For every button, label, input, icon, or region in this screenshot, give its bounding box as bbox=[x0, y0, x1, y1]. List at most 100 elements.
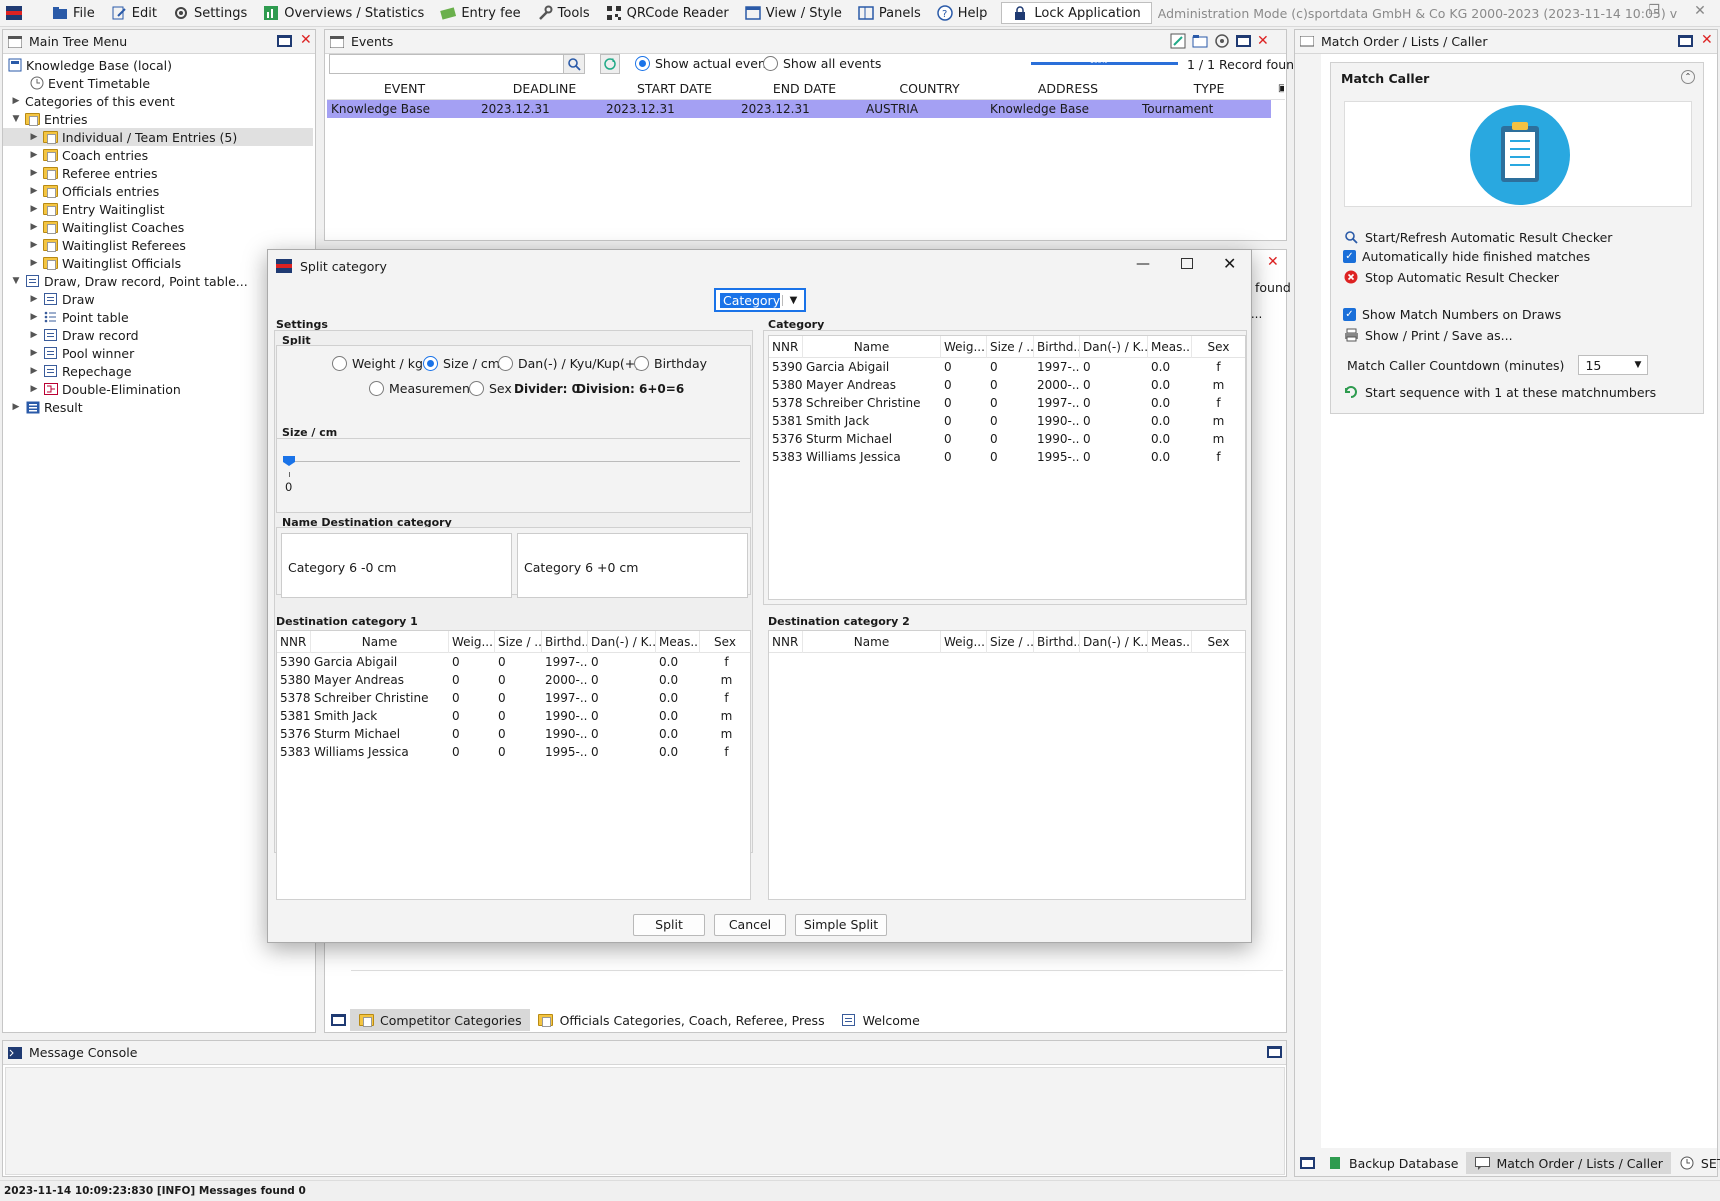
stop-result-checker-row[interactable]: Stop Automatic Result Checker bbox=[1343, 269, 1559, 285]
maximize-icon[interactable] bbox=[1236, 35, 1251, 47]
expand-arrow-icon[interactable]: ▶ bbox=[29, 294, 39, 304]
maximize-icon[interactable] bbox=[1181, 258, 1193, 269]
table-row[interactable]: 5381 Smith Jack 0 0 1990-... 0 0.0 m bbox=[277, 707, 750, 725]
col-name[interactable]: Name bbox=[803, 630, 941, 653]
col-event[interactable]: EVENT bbox=[327, 81, 482, 96]
countdown-select[interactable]: 15 ▼ bbox=[1578, 355, 1649, 375]
collapse-arrow-icon[interactable]: ▼ bbox=[11, 276, 21, 286]
tree-item-result[interactable]: ▶ Result bbox=[11, 398, 83, 416]
tab-competitor-categories[interactable]: Competitor Categories bbox=[350, 1009, 530, 1031]
col-country[interactable]: COUNTRY bbox=[867, 81, 992, 96]
col-sex[interactable]: Sex bbox=[700, 631, 750, 653]
table-row[interactable]: 5381 Smith Jack 0 0 1990-... 0 0.0 m bbox=[769, 412, 1245, 430]
simple-split-button[interactable]: Simple Split bbox=[795, 914, 887, 936]
col-dan[interactable]: Dan(-) / K... bbox=[1080, 630, 1148, 653]
tab-welcome[interactable]: Welcome bbox=[833, 1009, 928, 1031]
events-sync-button[interactable] bbox=[600, 54, 620, 74]
tree-item-draw-record[interactable]: ▶ Draw record bbox=[29, 326, 139, 344]
tree-item-entries[interactable]: ▼ Entries bbox=[11, 110, 88, 128]
show-match-numbers-row[interactable]: ✓ Show Match Numbers on Draws bbox=[1343, 307, 1561, 322]
col-weight[interactable]: Weig... bbox=[941, 335, 987, 358]
col-sex[interactable]: Sex bbox=[1192, 336, 1245, 358]
table-row[interactable]: Knowledge Base 2023.12.31 2023.12.31 202… bbox=[327, 100, 1271, 118]
close-right-icon[interactable]: ✕ bbox=[1701, 32, 1713, 48]
col-name[interactable]: Name bbox=[311, 630, 449, 653]
column-chooser-icon[interactable]: ▣ bbox=[1274, 83, 1284, 94]
cancel-button[interactable]: Cancel bbox=[714, 914, 786, 936]
tree-item-pool-winner[interactable]: ▶ Pool winner bbox=[29, 344, 135, 362]
category-select[interactable]: Category 6 ▼ bbox=[714, 288, 806, 312]
menu-panels[interactable]: Panels bbox=[850, 0, 929, 27]
tree-item-entry-waitinglist[interactable]: ▶ Entry Waitinglist bbox=[29, 200, 165, 218]
split-sex-radio[interactable]: Sex bbox=[469, 381, 512, 396]
close-categories-icon[interactable]: ✕ bbox=[1267, 254, 1279, 270]
show-print-save-row[interactable]: Show / Print / Save as... bbox=[1343, 327, 1513, 343]
expand-arrow-icon[interactable]: ▶ bbox=[29, 384, 39, 394]
split-measurement-radio[interactable]: Measurement bbox=[369, 381, 475, 396]
col-type[interactable]: TYPE bbox=[1144, 81, 1274, 96]
expand-arrow-icon[interactable]: ▶ bbox=[29, 150, 39, 160]
tree-item-repechage[interactable]: ▶ Repechage bbox=[29, 362, 132, 380]
close-tree-icon[interactable]: ✕ bbox=[300, 32, 312, 48]
menu-file[interactable]: File bbox=[44, 0, 103, 27]
chevron-down-icon[interactable]: ▼ bbox=[782, 294, 804, 306]
maximize-icon[interactable] bbox=[1267, 1046, 1282, 1058]
col-sex[interactable]: Sex bbox=[1192, 631, 1245, 653]
refresh-icon[interactable] bbox=[1214, 33, 1230, 49]
tab-backup-database[interactable]: Backup Database bbox=[1319, 1152, 1466, 1174]
hide-finished-checkbox[interactable]: ✓ bbox=[1343, 250, 1356, 263]
tree-item-draw[interactable]: ▶ Draw bbox=[29, 290, 95, 308]
table-row[interactable]: 5383 Williams Jessica 0 0 1995-... 0 0.0 f bbox=[277, 743, 750, 761]
menu-view-style[interactable]: View / Style bbox=[737, 0, 850, 27]
start-result-checker-row[interactable]: Start/Refresh Automatic Result Checker bbox=[1343, 229, 1612, 245]
col-measurement[interactable]: Meas... bbox=[1148, 335, 1192, 358]
collapse-arrow-icon[interactable]: ▼ bbox=[11, 114, 21, 124]
col-weight[interactable]: Weig... bbox=[941, 630, 987, 653]
table-row[interactable]: 5390 Garcia Abigail 0 0 1997-... 0 0.0 f bbox=[769, 358, 1245, 376]
table-row[interactable]: 5383 Williams Jessica 0 0 1995-... 0 0.0 f bbox=[769, 448, 1245, 466]
tree-item-categories[interactable]: ▶ Categories of this event bbox=[11, 92, 175, 110]
tree-item-waitinglist-coaches[interactable]: ▶ Waitinglist Coaches bbox=[29, 218, 185, 236]
dest2-name-field[interactable]: Category 6 +0 cm bbox=[517, 533, 748, 598]
col-name[interactable]: Name bbox=[803, 335, 941, 358]
expand-arrow-icon[interactable]: ▶ bbox=[29, 330, 39, 340]
size-slider-track[interactable] bbox=[286, 461, 740, 462]
events-search-button[interactable] bbox=[563, 54, 585, 74]
tree-item-individual-team-entries[interactable]: ▶ Individual / Team Entries (5) bbox=[3, 128, 313, 146]
expand-arrow-icon[interactable]: ▶ bbox=[29, 240, 39, 250]
close-dialog-icon[interactable]: ✕ bbox=[1223, 254, 1236, 273]
table-row[interactable]: 5376 Sturm Michael 0 0 1990-... 0 0.0 m bbox=[769, 430, 1245, 448]
col-weight[interactable]: Weig... bbox=[449, 630, 495, 653]
col-nnr[interactable]: NNR bbox=[277, 630, 311, 653]
tree-item-event-timetable[interactable]: Event Timetable bbox=[29, 74, 150, 92]
open-folder-icon[interactable] bbox=[1192, 33, 1208, 49]
col-dan[interactable]: Dan(-) / K... bbox=[1080, 335, 1148, 358]
col-birthday[interactable]: Birthd... bbox=[1034, 630, 1080, 653]
col-measurement[interactable]: Meas... bbox=[1148, 630, 1192, 653]
menu-qrcode[interactable]: QRCode Reader bbox=[598, 0, 737, 27]
expand-arrow-icon[interactable]: ▶ bbox=[29, 312, 39, 322]
expand-arrow-icon[interactable]: ▶ bbox=[11, 96, 21, 106]
close-events-icon[interactable]: ✕ bbox=[1257, 33, 1269, 49]
col-birthday[interactable]: Birthd... bbox=[542, 630, 588, 653]
col-deadline[interactable]: DEADLINE bbox=[482, 81, 607, 96]
hide-finished-matches-row[interactable]: ✓ Automatically hide finished matches bbox=[1343, 249, 1590, 264]
col-size[interactable]: Size / ... bbox=[987, 335, 1034, 358]
col-size[interactable]: Size / ... bbox=[987, 630, 1034, 653]
tree-item-waitinglist-referees[interactable]: ▶ Waitinglist Referees bbox=[29, 236, 186, 254]
menu-tools[interactable]: Tools bbox=[529, 0, 598, 27]
table-row[interactable]: 5390 Garcia Abigail 0 0 1997-... 0 0.0 f bbox=[277, 653, 750, 671]
expand-arrow-icon[interactable]: ▶ bbox=[29, 366, 39, 376]
restore-icon[interactable]: ❐ bbox=[1644, 3, 1664, 23]
split-weight-radio[interactable]: Weight / kg bbox=[332, 356, 423, 371]
menu-settings[interactable]: Settings bbox=[165, 0, 255, 27]
expand-arrow-icon[interactable]: ▶ bbox=[29, 258, 39, 268]
menu-edit[interactable]: Edit bbox=[103, 0, 165, 27]
split-button[interactable]: Split bbox=[633, 914, 705, 936]
col-end-date[interactable]: END DATE bbox=[742, 81, 867, 96]
tree-item-point-table[interactable]: ▶ Point table bbox=[29, 308, 129, 326]
col-start-date[interactable]: START DATE bbox=[607, 81, 742, 96]
expand-arrow-icon[interactable]: ▶ bbox=[29, 168, 39, 178]
table-row[interactable]: 5378 Schreiber Christine 0 0 1997-... 0 0.0 f bbox=[277, 689, 750, 707]
tree-item-officials-entries[interactable]: ▶ Officials entries bbox=[29, 182, 160, 200]
